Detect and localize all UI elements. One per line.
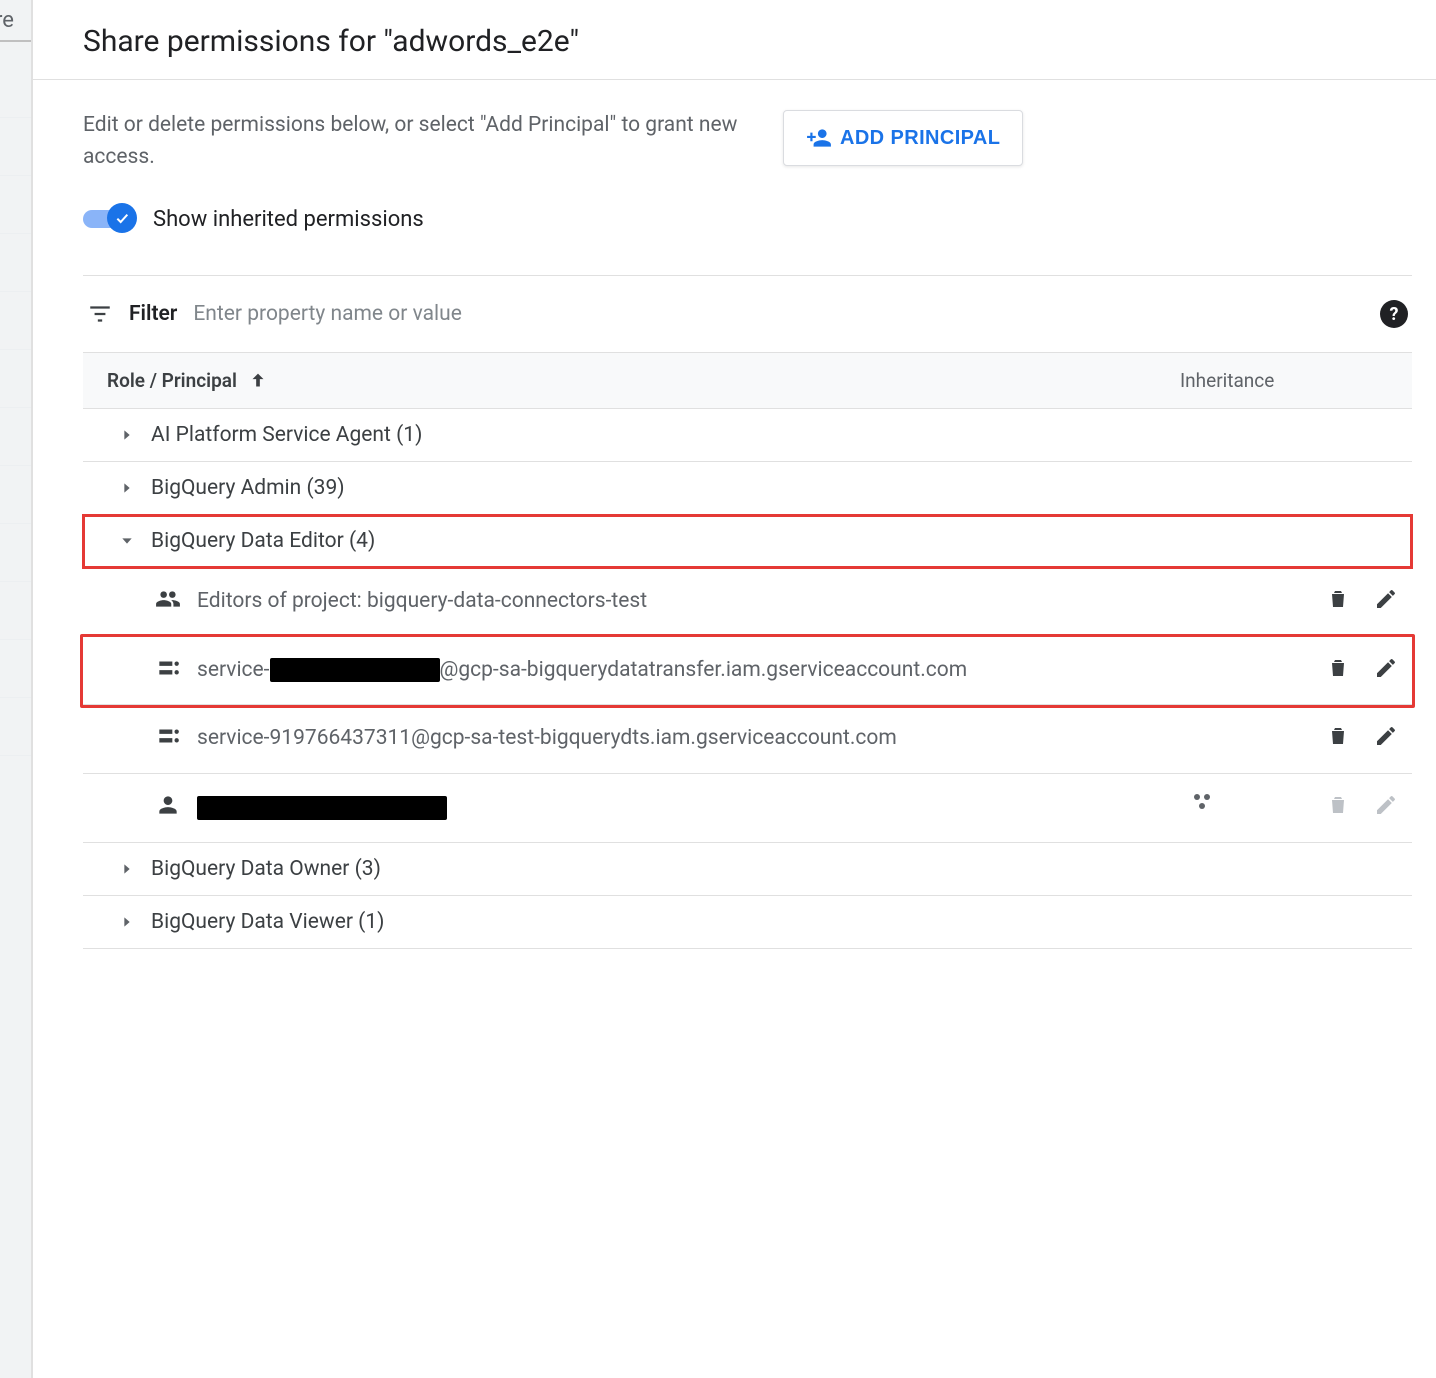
role-name: AI Platform Service Agent (1) — [151, 423, 422, 447]
delete-button[interactable] — [1326, 723, 1352, 749]
role-row[interactable]: BigQuery Data Editor (4) — [83, 515, 1412, 568]
redacted-text — [270, 658, 440, 682]
panel-title: Share permissions for "adwords_e2e" — [83, 24, 1412, 59]
sort-ascending-icon[interactable] — [247, 370, 269, 392]
filter-bar[interactable]: Filter Enter property name or value ? — [83, 276, 1412, 352]
background-sliver: re — [0, 0, 32, 1378]
role-name: BigQuery Data Editor (4) — [151, 529, 375, 553]
add-principal-label: ADD PRINCIPAL — [840, 127, 1000, 150]
role-row[interactable]: BigQuery Data Owner (3) — [83, 843, 1412, 896]
redacted-text — [197, 796, 447, 820]
edit-button[interactable] — [1374, 723, 1400, 749]
group-icon — [155, 584, 181, 612]
user-icon — [155, 790, 181, 818]
chevron-right-icon[interactable] — [119, 480, 137, 496]
principal-text: service-919766437311@gcp-sa-test-bigquer… — [197, 721, 1174, 757]
edit-button[interactable] — [1374, 586, 1400, 612]
toggle-thumb-on — [107, 203, 137, 233]
delete-button[interactable] — [1326, 586, 1352, 612]
role-name: BigQuery Data Viewer (1) — [151, 910, 384, 934]
column-role-principal[interactable]: Role / Principal — [107, 369, 237, 392]
role-name: BigQuery Data Owner (3) — [151, 857, 381, 881]
help-icon[interactable]: ? — [1380, 300, 1408, 328]
principal-row — [83, 774, 1412, 843]
filter-icon — [87, 301, 113, 327]
table-header: Role / Principal Inheritance — [83, 352, 1412, 409]
intro-text: Edit or delete permissions below, or sel… — [83, 110, 763, 173]
edit-button[interactable] — [1374, 655, 1400, 681]
share-permissions-panel: Share permissions for "adwords_e2e" Edit… — [32, 0, 1436, 1378]
filter-label: Filter — [129, 302, 177, 326]
toggle-label: Show inherited permissions — [153, 207, 424, 232]
chevron-right-icon[interactable] — [119, 861, 137, 877]
service-account-icon — [155, 653, 181, 681]
delete-button[interactable] — [1326, 655, 1352, 681]
role-name: BigQuery Admin (39) — [151, 476, 345, 500]
inheritance-icon[interactable] — [1190, 790, 1214, 814]
principal-row: Editors of project: bigquery-data-connec… — [83, 568, 1412, 637]
role-row[interactable]: AI Platform Service Agent (1) — [83, 409, 1412, 462]
principal-text: service-@gcp-sa-bigquerydatatransfer.iam… — [197, 653, 1174, 689]
role-row[interactable]: BigQuery Admin (39) — [83, 462, 1412, 515]
add-person-icon — [806, 125, 832, 151]
add-principal-button[interactable]: ADD PRINCIPAL — [783, 110, 1023, 166]
delete-button — [1326, 792, 1352, 818]
principal-text — [197, 790, 1174, 826]
edit-button — [1374, 792, 1400, 818]
chevron-down-icon[interactable] — [119, 533, 137, 549]
chevron-right-icon[interactable] — [119, 427, 137, 443]
role-row[interactable]: BigQuery Data Viewer (1) — [83, 896, 1412, 949]
filter-input-placeholder[interactable]: Enter property name or value — [193, 302, 1364, 326]
principal-text: Editors of project: bigquery-data-connec… — [197, 584, 1174, 620]
column-inheritance[interactable]: Inheritance — [1180, 369, 1400, 392]
show-inherited-toggle[interactable] — [83, 203, 137, 235]
principal-row: service-@gcp-sa-bigquerydatatransfer.iam… — [83, 637, 1412, 706]
service-account-icon — [155, 721, 181, 749]
principal-row: service-919766437311@gcp-sa-test-bigquer… — [83, 705, 1412, 774]
cut-off-text: re — [0, 8, 14, 33]
chevron-right-icon[interactable] — [119, 914, 137, 930]
